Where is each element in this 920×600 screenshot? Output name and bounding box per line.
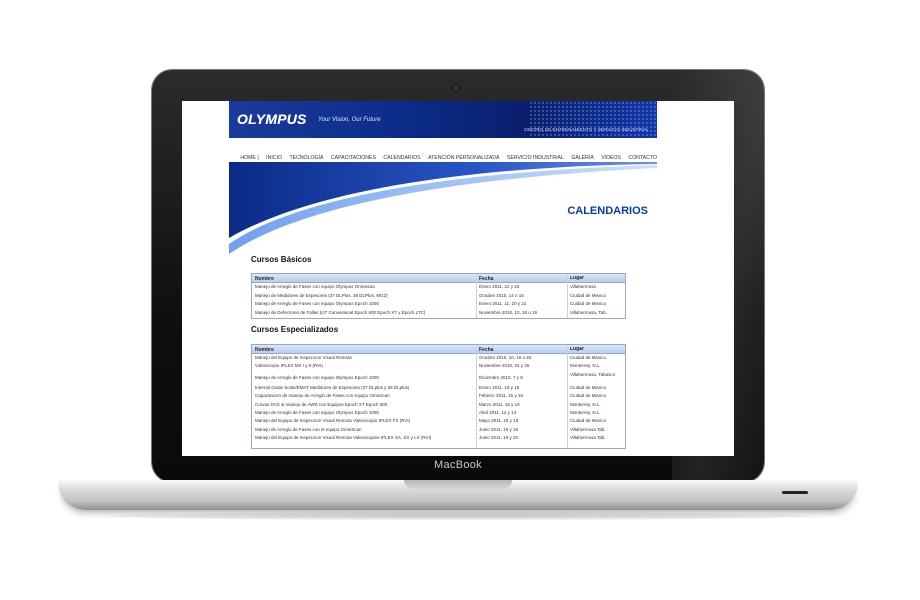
cell-lugar: Ciudad de Mexico: [570, 292, 607, 298]
cell-nombre: Manejo de Arreglo de Fases con equipo Ol…: [255, 409, 379, 415]
cell-fecha: Febrero 2011, 15 y 16: [479, 393, 523, 399]
col-fecha: Fecha: [479, 346, 494, 353]
cell-fecha: Noviembre 2010, 10, 18 o 19: [479, 309, 538, 315]
cell-nombre: Manejo del Equipo de Inspeccion Visual R…: [255, 435, 432, 441]
cell-nombre: Videoscopio IPLEX MX I y II (RVI): [255, 363, 323, 369]
table-row: Manejo de Medidores de Espesores (37 DLP…: [252, 292, 625, 301]
cell-lugar: Cuidad de Mexico: [570, 301, 607, 306]
cell-fecha: Enero 2011, 22 y 23: [479, 284, 520, 289]
cell-nombre: Curvas DAC & manejo de AWS con Equipos E…: [255, 401, 388, 407]
table-header: Nombre Fecha Lugar: [252, 274, 625, 283]
col-nombre: Nombre: [255, 346, 274, 353]
device-brand: MacBook: [434, 459, 482, 471]
cell-fecha: Mayo 2011, 18 y 19: [479, 418, 519, 424]
cell-lugar: Ciudad de Mexico: [570, 418, 607, 424]
cell-nombre: Manejo de Arreglo de Fases con equipo Ol…: [255, 284, 376, 289]
especializados-title: Cursos Especializados: [251, 325, 339, 334]
cell-nombre: Capacitacion de manejo de Arreglo de Fas…: [255, 393, 390, 399]
laptop-shadow: [110, 512, 810, 520]
cell-lugar: Ciudad de Mexico: [570, 393, 607, 399]
table-row: Manejo de Arreglo de Fases con equipo Ol…: [252, 283, 625, 292]
col-fecha: Fecha: [479, 275, 494, 282]
especializados-table: Nombre Fecha Lugar Manejo del Equipo de …: [251, 344, 626, 449]
page-title: CALENDARIOS: [567, 205, 648, 217]
laptop-base: [58, 480, 858, 510]
cell-lugar: Monterrey, N.L.: [570, 401, 601, 407]
laptop-screen: OLYMPUS Your Vision, Our Future CENTRO D…: [182, 101, 734, 456]
col-lugar: Lugar: [570, 346, 584, 352]
logo-slogan: Your Vision, Our Future: [318, 117, 381, 123]
cell-fecha: Diciembre 2010, 7 y 8: [479, 374, 523, 380]
table-row: Manejo del Equipo de Inspeccion Visual R…: [252, 354, 625, 362]
camera-icon: [453, 85, 459, 91]
col-nombre: Nombre: [255, 275, 274, 282]
cell-nombre: Manejo de Arreglo de Fases con el equipo…: [255, 426, 362, 432]
cell-lugar: Ciudad de Mexico: [570, 384, 607, 390]
cell-nombre: Internal Oxide Scale/EMAT Medidores de E…: [255, 384, 410, 390]
table-row: Curvas DAC & manejo de AWS con Equipos E…: [252, 401, 625, 409]
olympus-logo[interactable]: OLYMPUS: [237, 111, 307, 127]
sleep-indicator: [782, 491, 808, 494]
cell-nombre: Manejo de Medidores de Espesores (37 DLP…: [255, 292, 388, 298]
main-nav: HOME | INICIO TECNOLOGÍA CAPACITACIONES …: [229, 146, 657, 161]
table-row: Manejo de Arreglo de Fases con el equipo…: [252, 426, 625, 434]
cell-fecha: Enero 2011, 11, 20 y 21: [479, 301, 527, 306]
cell-lugar: Monterrey, N.L.: [570, 363, 601, 369]
cell-lugar: Villahermosa Tab.: [570, 426, 606, 432]
table-row: Manejo de Defectores de Fallas (UT Conve…: [252, 309, 625, 318]
basicos-title: Cursos Básicos: [251, 255, 312, 264]
cell-nombre: Manejo de Arreglo de Fases con equipo Ol…: [255, 301, 379, 306]
table-row: Internal Oxide Scale/EMAT Medidores de E…: [252, 384, 625, 392]
cell-fecha: Marzo 2011, 15 y 16: [479, 401, 520, 407]
cell-nombre: Manejo de Defectores de Fallas (UT Conve…: [255, 309, 426, 315]
table-row: Manejo de Arreglo de Fases con equipo Ol…: [252, 300, 625, 309]
cell-lugar: Villahermosa: [570, 284, 596, 289]
cell-fecha: Octubre 2010, 10, 19 o 20: [479, 355, 532, 360]
basicos-table: Nombre Fecha Lugar Manejo de Arreglo de …: [251, 273, 626, 319]
table-header: Nombre Fecha Lugar: [252, 345, 625, 354]
cell-lugar: Monterrey, N.L.: [570, 409, 601, 415]
cell-nombre: Manejo del Equipo de Inspeccion Visual R…: [255, 355, 352, 360]
col-lugar: Lugar: [570, 275, 584, 281]
header-pattern: [529, 101, 657, 138]
table-row: Manejo del Equipo de Inspeccion Visual R…: [252, 417, 625, 425]
cell-fecha: Junio 2011, 19 y 20: [479, 435, 518, 441]
lid-notch: [404, 480, 512, 489]
cell-lugar: Villahermosa, Tabasco: [570, 371, 616, 377]
cell-fecha: Noviembre 2010, 24 y 25: [479, 363, 530, 369]
table-row: Capacitacion de manejo de Arreglo de Fas…: [252, 392, 625, 400]
table-row: Videoscopio IPLEX MX I y II (RVI) Noviem…: [252, 362, 625, 370]
cell-nombre: Manejo del Equipo de Inspeccion Visual R…: [255, 418, 411, 424]
cell-fecha: Junio 2011, 15 y 16: [479, 426, 518, 432]
website: OLYMPUS Your Vision, Our Future CENTRO D…: [229, 101, 657, 456]
cell-lugar: Ciudad de Mexico: [570, 355, 607, 360]
cell-fecha: Octubre 2010, 14 o 15: [479, 292, 524, 298]
cell-lugar: Villahermosa, Tab.: [570, 309, 607, 315]
table-row: Manejo del Equipo de Inspeccion Visual R…: [252, 434, 625, 442]
cell-fecha: Abril 2011, 12 y 14: [479, 409, 517, 415]
cell-nombre: Manejo de Arreglo de Fases con equipo Ol…: [255, 374, 379, 380]
cell-lugar: Villahermosa Tab.: [570, 435, 606, 441]
table-row: Manejo de Arreglo de Fases con equipo Ol…: [252, 409, 625, 417]
header-tagline: CENTRO DE ENTRENAMIENTO Y SERVICIO INDUS…: [524, 127, 649, 132]
cell-fecha: Enero 2011, 18 y 19: [479, 384, 520, 390]
table-row: Manejo de Arreglo de Fases con equipo Ol…: [252, 371, 625, 384]
site-header: OLYMPUS Your Vision, Our Future CENTRO D…: [229, 101, 657, 138]
